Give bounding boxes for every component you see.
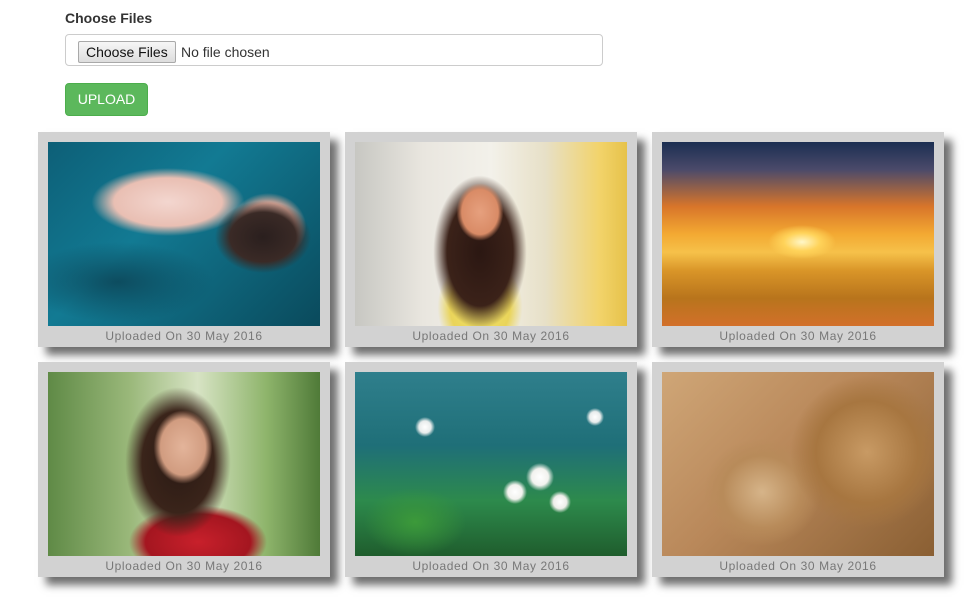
upload-date-caption: Uploaded On 30 May 2016 [719,329,877,343]
gallery-item[interactable]: Uploaded On 30 May 2016 [345,362,637,577]
choose-files-label: Choose Files [65,10,153,26]
woman-flower-crown-photo [355,142,627,326]
upload-date-caption: Uploaded On 30 May 2016 [412,559,570,573]
lion-and-cub-photo [662,372,934,556]
gallery-item[interactable]: Uploaded On 30 May 2016 [652,362,944,577]
file-input[interactable]: Choose Files No file chosen [65,34,603,66]
sunset-beach-photo [662,142,934,326]
file-status-text: No file chosen [181,44,270,60]
upload-button[interactable]: UPLOAD [65,83,148,116]
upload-date-caption: Uploaded On 30 May 2016 [719,559,877,573]
upload-page: Choose Files Choose Files No file chosen… [0,0,979,605]
gallery-item[interactable]: Uploaded On 30 May 2016 [345,132,637,347]
gallery-item[interactable]: Uploaded On 30 May 2016 [38,362,330,577]
woman-red-saree-photo [48,372,320,556]
gallery-item[interactable]: Uploaded On 30 May 2016 [38,132,330,347]
woman-in-water-photo [48,142,320,326]
choose-files-button[interactable]: Choose Files [78,41,176,63]
upload-date-caption: Uploaded On 30 May 2016 [105,559,263,573]
white-blossoms-photo [355,372,627,556]
gallery-item[interactable]: Uploaded On 30 May 2016 [652,132,944,347]
upload-date-caption: Uploaded On 30 May 2016 [412,329,570,343]
upload-date-caption: Uploaded On 30 May 2016 [105,329,263,343]
